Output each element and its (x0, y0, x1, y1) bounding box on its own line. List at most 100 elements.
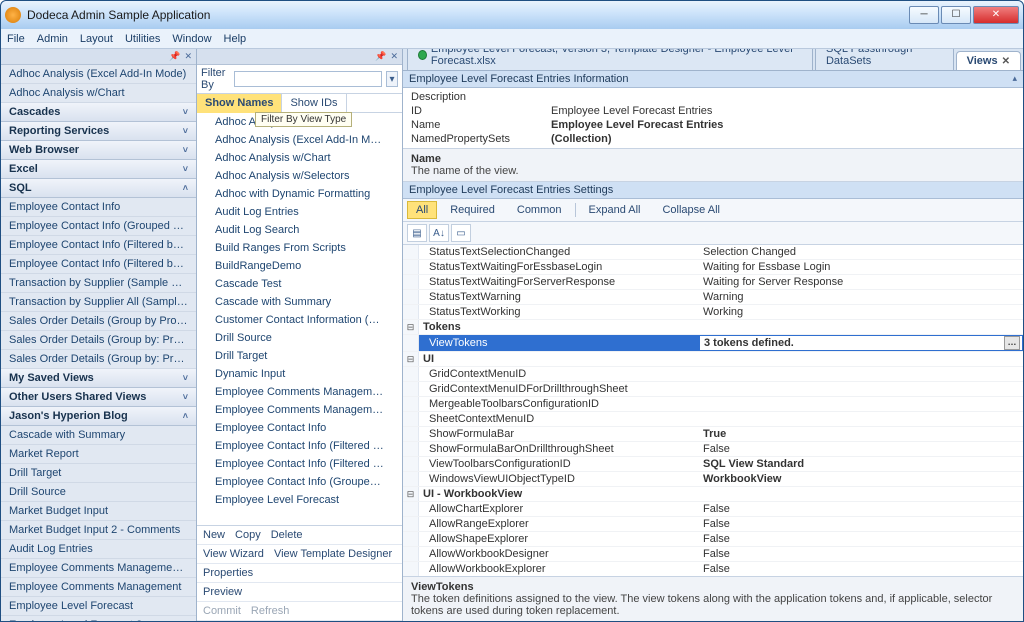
expand-icon[interactable]: ⊟ (403, 320, 419, 334)
sidebar-item[interactable]: Transaction by Supplier All (Sample B… (1, 293, 196, 312)
property-row[interactable]: ViewToolbarsConfigurationIDSQL View Stan… (403, 457, 1023, 472)
pin-icon[interactable]: 📌 (169, 51, 180, 62)
sidebar-group-web-browser[interactable]: Web Browser˅ (1, 141, 196, 160)
sidebar-item[interactable]: Sales Order Details (Group by: Produ… (1, 350, 196, 369)
property-row[interactable]: StatusTextWaitingForEssbaseLoginWaiting … (403, 260, 1023, 275)
property-row[interactable]: StatusTextWaitingForServerResponseWaitin… (403, 275, 1023, 290)
property-row[interactable]: GridContextMenuIDForDrillthroughSheet (403, 382, 1023, 397)
sidebar-item[interactable]: Sales Order Details (Group by: Produ… (1, 331, 196, 350)
settings-tab-required[interactable]: Required (441, 201, 504, 219)
sidebar-item[interactable]: Transaction by Supplier (Sample Basic) (1, 274, 196, 293)
list-item[interactable]: Employee Contact Info (Grouped by: Jo… (197, 473, 402, 491)
maximize-button[interactable]: ☐ (941, 6, 971, 24)
property-row[interactable]: AllowWorkbookDesignerFalse (403, 547, 1023, 562)
sidebar-item[interactable]: Drill Source (1, 483, 196, 502)
settings-action-collapse-all[interactable]: Collapse All (653, 201, 728, 219)
property-row[interactable]: WindowsViewUIObjectTypeIDWorkbookView (403, 472, 1023, 487)
sidebar-item[interactable]: Market Report (1, 445, 196, 464)
page-button[interactable]: ▭ (451, 224, 471, 242)
property-category[interactable]: ⊟UI (403, 352, 1023, 367)
property-value[interactable]: False (699, 562, 1023, 576)
property-row[interactable]: AllowShapeExplorerFalse (403, 532, 1023, 547)
sidebar-item[interactable]: Employee Level Forecast 2 (1, 616, 196, 621)
list-item[interactable]: Drill Target (197, 347, 402, 365)
property-row[interactable]: ViewTokens3 tokens defined. (403, 335, 1023, 352)
sidebar-item[interactable]: Market Budget Input 2 - Comments (1, 521, 196, 540)
close-tab-icon[interactable]: ✕ (1002, 56, 1010, 67)
sidebar-item[interactable]: Employee Comments Management (1, 578, 196, 597)
close-panel-icon[interactable]: ✕ (184, 51, 192, 62)
list-item[interactable]: Adhoc Analysis w/Chart (197, 149, 402, 167)
property-row[interactable]: ShowFormulaBarOnDrillthroughSheetFalse (403, 442, 1023, 457)
property-row[interactable]: StatusTextSelectionChangedSelection Chan… (403, 245, 1023, 260)
property-row[interactable]: StatusTextWarningWarning (403, 290, 1023, 305)
menu-layout[interactable]: Layout (80, 33, 113, 45)
property-value[interactable]: Waiting for Server Response (699, 275, 1023, 289)
expand-icon[interactable]: ⊟ (403, 352, 419, 366)
property-value[interactable]: SQL View Standard (699, 457, 1023, 471)
property-row[interactable]: AllowWorkbookExplorerFalse (403, 562, 1023, 576)
list-item[interactable]: Employee Level Forecast (197, 491, 402, 509)
sidebar-item[interactable]: Drill Target (1, 464, 196, 483)
list-item[interactable]: Cascade Test (197, 275, 402, 293)
property-value[interactable]: Warning (699, 290, 1023, 304)
filter-dropdown-button[interactable]: ▾ (386, 71, 398, 87)
sidebar-group-my-saved-views[interactable]: My Saved Views˅ (1, 369, 196, 388)
new-button[interactable]: New (203, 529, 225, 541)
property-value[interactable]: Selection Changed (699, 245, 1023, 259)
sidebar-item[interactable]: Adhoc Analysis w/Chart (1, 84, 196, 103)
property-value[interactable]: True (699, 427, 1023, 441)
property-value[interactable]: Working (699, 305, 1023, 319)
sidebar-group-other-users-shared-views[interactable]: Other Users Shared Views˅ (1, 388, 196, 407)
settings-action-expand-all[interactable]: Expand All (580, 201, 650, 219)
doc-tab[interactable]: SQL Passthrough DataSets (815, 49, 954, 70)
doc-tab[interactable]: Views✕ (956, 51, 1021, 70)
list-item[interactable]: Adhoc Analysis (Excel Add-In Mode) (197, 131, 402, 149)
sidebar-item[interactable]: Market Budget Input (1, 502, 196, 521)
list-item[interactable]: Drill Source (197, 329, 402, 347)
property-value[interactable]: False (699, 502, 1023, 516)
property-row[interactable]: SheetContextMenuID (403, 412, 1023, 427)
list-item[interactable]: Audit Log Entries (197, 203, 402, 221)
preview-button[interactable]: Preview (203, 586, 242, 598)
settings-tab-all[interactable]: All (407, 201, 437, 219)
minimize-button[interactable]: ─ (909, 6, 939, 24)
settings-tab-common[interactable]: Common (508, 201, 571, 219)
delete-button[interactable]: Delete (271, 529, 303, 541)
sidebar-item[interactable]: Employee Contact Info (Grouped by: J… (1, 217, 196, 236)
copy-button[interactable]: Copy (235, 529, 261, 541)
doc-tab[interactable]: Employee Level Forecast, Version 3, Temp… (407, 49, 813, 70)
property-value[interactable]: False (699, 517, 1023, 531)
property-value[interactable] (699, 373, 1023, 375)
sidebar-item[interactable]: Audit Log Entries (1, 540, 196, 559)
sidebar-item[interactable]: Employee Comments Management (E… (1, 559, 196, 578)
property-value[interactable]: 3 tokens defined. (699, 335, 1023, 351)
list-item[interactable]: Dynamic Input (197, 365, 402, 383)
list-item[interactable]: Adhoc Analysis w/Selectors (197, 167, 402, 185)
properties-button[interactable]: Properties (203, 567, 253, 579)
sidebar-item[interactable]: Adhoc Analysis (Excel Add-In Mode) (1, 65, 196, 84)
filter-input[interactable] (234, 71, 382, 87)
property-value[interactable] (699, 388, 1023, 390)
property-value[interactable]: Waiting for Essbase Login (699, 260, 1023, 274)
sidebar-group-jason-s-hyperion-blog[interactable]: Jason's Hyperion Blog˄ (1, 407, 196, 426)
tab-show-names[interactable]: Show Names (197, 94, 282, 113)
list-item[interactable]: Adhoc with Dynamic Formatting (197, 185, 402, 203)
list-item[interactable]: Employee Contact Info (197, 419, 402, 437)
menu-window[interactable]: Window (172, 33, 211, 45)
property-value[interactable] (699, 403, 1023, 405)
property-category[interactable]: ⊟UI - WorkbookView (403, 487, 1023, 502)
list-item[interactable]: Employee Comments Management (Es… (197, 401, 402, 419)
property-row[interactable]: AllowChartExplorerFalse (403, 502, 1023, 517)
property-value[interactable]: False (699, 442, 1023, 456)
list-item[interactable]: Employee Contact Info (Filtered by: Las… (197, 455, 402, 473)
property-row[interactable]: GridContextMenuID (403, 367, 1023, 382)
menu-admin[interactable]: Admin (37, 33, 68, 45)
close-panel-icon[interactable]: ✕ (390, 51, 398, 62)
sort-button[interactable]: A↓ (429, 224, 449, 242)
list-item[interactable]: Employee Comments Management (197, 383, 402, 401)
property-row[interactable]: MergeableToolbarsConfigurationID (403, 397, 1023, 412)
categorize-button[interactable]: ▤ (407, 224, 427, 242)
property-category[interactable]: ⊟Tokens (403, 320, 1023, 335)
menu-help[interactable]: Help (224, 33, 247, 45)
